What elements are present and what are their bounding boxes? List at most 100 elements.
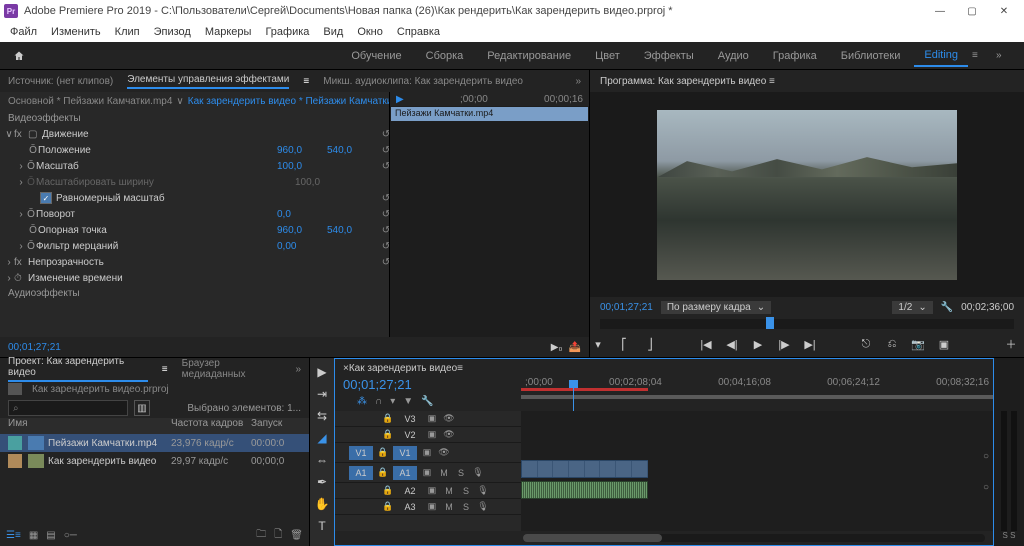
scale-value[interactable]: 100,0	[277, 161, 327, 172]
delete-icon[interactable]: 🗑	[290, 530, 303, 541]
track-select-tool[interactable]: ⇥	[314, 386, 330, 402]
menu-file[interactable]: Файл	[4, 24, 43, 40]
settings-icon[interactable]: 🔧	[941, 302, 953, 313]
timeline-timecode[interactable]: 00;01;27;21	[343, 377, 513, 392]
ws-assembly[interactable]: Сборка	[416, 46, 474, 66]
freeform-icon[interactable]: ▤	[46, 530, 55, 541]
prop-flicker[interactable]: Фильтр мерцаний	[36, 241, 277, 252]
tab-media-browser[interactable]: Браузер медиаданных	[182, 358, 282, 380]
audio-clip[interactable]	[521, 481, 648, 499]
track-a2[interactable]: A2	[398, 484, 422, 498]
export-icon[interactable]: 📤	[569, 342, 581, 353]
go-out-icon[interactable]: ▶|	[802, 336, 818, 352]
menu-view[interactable]: Вид	[317, 24, 349, 40]
menu-sequence[interactable]: Эпизод	[148, 24, 197, 40]
prop-rotation[interactable]: Поворот	[36, 209, 277, 220]
ec-sequence-clip[interactable]: Как зарендерить видео * Пейзажи Камчатки…	[188, 96, 415, 107]
track-options-icon[interactable]: ○	[983, 451, 989, 462]
ripple-tool[interactable]: ⇆	[314, 408, 330, 424]
col-fps[interactable]: Частота кадров	[171, 418, 251, 434]
zoom-dropdown[interactable]: 1/2⌄	[892, 301, 932, 314]
track-v3[interactable]: V3	[398, 412, 422, 426]
project-item[interactable]: Как зарендерить видео29,97 кадр/с00;00;0	[0, 452, 309, 470]
marker-icon[interactable]: ▾	[590, 336, 606, 352]
slip-tool[interactable]: ⇔	[314, 452, 330, 468]
lock-icon[interactable]: 🔒	[381, 413, 395, 424]
home-button[interactable]	[8, 46, 30, 66]
video-clip[interactable]	[521, 460, 648, 478]
list-view-icon[interactable]: ☰≡	[6, 530, 21, 541]
track-v2[interactable]: V2	[398, 428, 422, 442]
prop-position[interactable]: Положение	[38, 145, 277, 156]
loop-icon[interactable]: ▶₀	[551, 342, 563, 353]
flicker-value[interactable]: 0,00	[277, 241, 327, 252]
hand-tool[interactable]: ✋	[314, 496, 330, 512]
snap-icon[interactable]: ⁂	[357, 396, 367, 407]
compare-icon[interactable]: ▣	[936, 336, 952, 352]
new-bin-icon[interactable]: 🗀	[256, 527, 266, 544]
zoom-slider[interactable]: ○─	[64, 530, 77, 541]
ws-effects[interactable]: Эффекты	[634, 46, 704, 66]
tab-source[interactable]: Источник: (нет клипов)	[8, 76, 113, 87]
menu-help[interactable]: Справка	[391, 24, 446, 40]
ws-learning[interactable]: Обучение	[341, 46, 411, 66]
source-a1[interactable]: A1	[349, 466, 373, 480]
step-fwd-icon[interactable]: |▶	[776, 336, 792, 352]
timeline-title[interactable]: Как зарендерить видео	[349, 363, 457, 374]
close-button[interactable]: ✕	[988, 1, 1020, 21]
anchor-x[interactable]: 960,0	[277, 225, 327, 236]
marker-add-icon[interactable]: ▾	[390, 396, 395, 407]
ws-menu-icon[interactable]: ≡	[972, 50, 992, 61]
track-options-icon[interactable]: ○	[983, 482, 989, 493]
timeline-clips-area[interactable]: ○○	[521, 411, 993, 531]
menu-window[interactable]: Окно	[351, 24, 389, 40]
in-point-icon[interactable]: ⎡	[616, 336, 632, 352]
menu-clip[interactable]: Клип	[109, 24, 146, 40]
settings-icon[interactable]: ▼	[403, 396, 413, 407]
type-tool[interactable]: T	[314, 518, 330, 534]
extract-icon[interactable]: ⎌	[884, 336, 900, 352]
effect-motion[interactable]: Движение	[42, 129, 377, 140]
project-item[interactable]: Пейзажи Камчатки.mp423,976 кадр/с00:00:0	[0, 434, 309, 452]
track-v1[interactable]: V1	[393, 446, 417, 460]
out-point-icon[interactable]: ⎦	[642, 336, 658, 352]
ws-graphics[interactable]: Графика	[763, 46, 827, 66]
ec-timecode[interactable]: 00;01;27;21	[8, 342, 61, 353]
fit-dropdown[interactable]: По размеру кадра⌄	[661, 301, 771, 314]
step-back-icon[interactable]: ◀|	[724, 336, 740, 352]
add-button-icon[interactable]: ＋	[1008, 336, 1024, 352]
effect-time-remap[interactable]: Изменение времени	[28, 273, 377, 284]
minimize-button[interactable]: —	[924, 1, 956, 21]
icon-view-icon[interactable]: ▦	[29, 530, 38, 541]
prop-anchor[interactable]: Опорная точка	[38, 225, 277, 236]
effect-opacity[interactable]: Непрозрачность	[28, 257, 377, 268]
source-v1[interactable]: V1	[349, 446, 373, 460]
track-a3[interactable]: A3	[398, 500, 422, 514]
ws-editing-ru[interactable]: Редактирование	[477, 46, 581, 66]
col-start[interactable]: Запуск	[251, 418, 301, 434]
ws-libraries[interactable]: Библиотеки	[831, 46, 911, 66]
selection-tool[interactable]: ▶	[314, 364, 330, 380]
prop-scale[interactable]: Масштаб	[36, 161, 277, 172]
new-item-icon[interactable]: 🗋	[274, 527, 282, 544]
rotation-value[interactable]: 0,0	[277, 209, 327, 220]
lift-icon[interactable]: ⎋	[858, 336, 874, 352]
timeline-scrollbar[interactable]	[523, 534, 985, 542]
program-scrubber[interactable]	[600, 319, 1014, 329]
menu-markers[interactable]: Маркеры	[199, 24, 258, 40]
timeline-ruler[interactable]: ;00;0000;02;08;0400;04;16;0800;06;24;120…	[521, 377, 993, 399]
ws-overflow-icon[interactable]: »	[996, 50, 1016, 61]
play-icon[interactable]: ▶	[750, 336, 766, 352]
go-in-icon[interactable]: |◀	[698, 336, 714, 352]
wrench-icon[interactable]: 🔧	[421, 396, 433, 407]
position-y[interactable]: 540,0	[327, 145, 377, 156]
track-a1[interactable]: A1	[393, 466, 417, 480]
filter-bin-icon[interactable]: ▥	[134, 400, 150, 416]
ws-editing[interactable]: Editing	[914, 45, 968, 67]
ec-clip-bar[interactable]: Пейзажи Камчатки.mp4	[391, 107, 588, 121]
menu-graphics[interactable]: Графика	[259, 24, 315, 40]
snapshot-icon[interactable]: 📷	[910, 336, 926, 352]
ws-color[interactable]: Цвет	[585, 46, 630, 66]
menu-edit[interactable]: Изменить	[45, 24, 107, 40]
program-viewer[interactable]	[657, 110, 957, 280]
